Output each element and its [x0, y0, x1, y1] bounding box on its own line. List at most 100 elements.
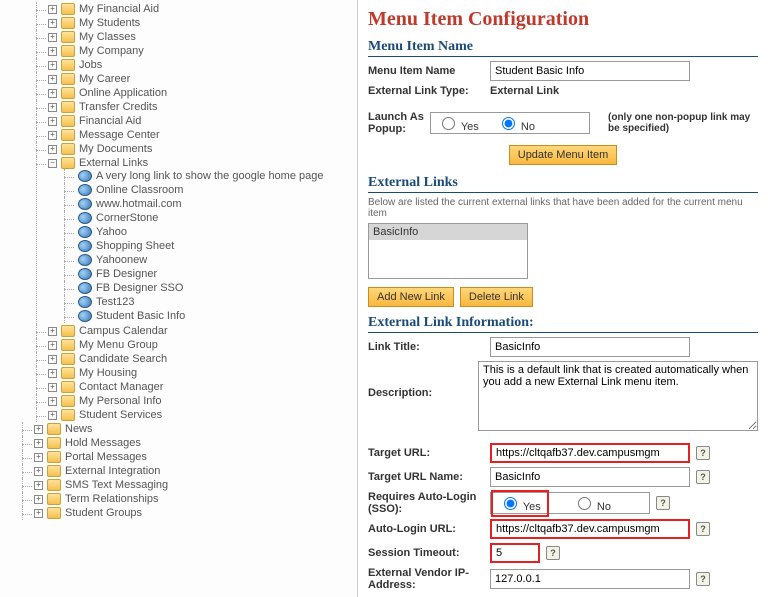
tree-node[interactable]: +Portal Messages	[36, 451, 357, 463]
tree-node[interactable]: +Term Relationships	[36, 493, 357, 505]
popup-yes-option[interactable]: Yes	[437, 114, 479, 133]
tree-node[interactable]: + Contact Manager	[50, 381, 357, 393]
ext-links-item[interactable]: BasicInfo	[369, 224, 527, 240]
tree-node-label: Jobs	[79, 59, 102, 71]
tree-node[interactable]: +My Students	[50, 17, 357, 29]
help-icon[interactable]: ?	[656, 496, 670, 510]
tree-node[interactable]: Yahoonew	[78, 254, 357, 266]
help-icon[interactable]: ?	[696, 572, 710, 586]
expand-icon[interactable]: +	[48, 341, 57, 350]
tree-node[interactable]: +SMS Text Messaging	[36, 479, 357, 491]
tree-node[interactable]: +Message Center	[50, 129, 357, 141]
tree-node[interactable]: Shopping Sheet	[78, 240, 357, 252]
expand-icon[interactable]: +	[48, 89, 57, 98]
ext-links-note: Below are listed the current external li…	[368, 197, 758, 219]
tree-node[interactable]: +My Company	[50, 45, 357, 57]
folder-icon	[61, 409, 75, 421]
vendor-ip-input[interactable]	[490, 569, 690, 589]
expand-icon[interactable]: +	[34, 467, 43, 476]
tree-node[interactable]: +Student Groups	[36, 507, 357, 519]
tree-node-label: My Documents	[79, 143, 152, 155]
tree-node[interactable]: FB Designer	[78, 268, 357, 280]
expand-icon[interactable]: +	[48, 383, 57, 392]
expand-icon[interactable]: +	[34, 481, 43, 490]
expand-icon[interactable]: +	[34, 439, 43, 448]
tree-node[interactable]: +Transfer Credits	[50, 101, 357, 113]
expand-icon[interactable]: +	[48, 103, 57, 112]
tree-node[interactable]: CornerStone	[78, 212, 357, 224]
expand-icon[interactable]: +	[48, 369, 57, 378]
help-icon[interactable]: ?	[546, 546, 560, 560]
add-new-link-button[interactable]: Add New Link	[368, 287, 454, 307]
tree-node[interactable]: −External Links	[50, 157, 357, 169]
help-icon[interactable]: ?	[696, 470, 710, 484]
ext-links-listbox[interactable]: BasicInfo	[368, 223, 528, 279]
tree-node[interactable]: FB Designer SSO	[78, 282, 357, 294]
tree-node[interactable]: +Hold Messages	[36, 437, 357, 449]
tree-node-label: Contact Manager	[79, 381, 163, 393]
expand-icon[interactable]: +	[48, 33, 57, 42]
expand-icon[interactable]: +	[48, 355, 57, 364]
expand-icon[interactable]: +	[34, 453, 43, 462]
tree-node[interactable]: +News	[36, 423, 357, 435]
expand-icon[interactable]: +	[48, 19, 57, 28]
tree-node[interactable]: +My Menu Group	[50, 339, 357, 351]
tree-node[interactable]: +External Integration	[36, 465, 357, 477]
description-textarea[interactable]	[478, 361, 758, 431]
expand-icon[interactable]: +	[34, 425, 43, 434]
sso-no-option[interactable]: No	[567, 492, 617, 515]
tree-node[interactable]: Yahoo	[78, 226, 357, 238]
tree-node[interactable]: A very long link to show the google home…	[78, 170, 357, 182]
tree-node-label: A very long link to show the google home…	[96, 170, 323, 182]
target-url-name-input[interactable]	[490, 467, 690, 487]
tree-node[interactable]: +My Financial Aid	[50, 3, 357, 15]
expand-icon[interactable]: +	[48, 145, 57, 154]
expand-icon[interactable]: +	[48, 411, 57, 420]
tree-node[interactable]: + My Documents	[50, 143, 357, 155]
session-timeout-input[interactable]	[490, 543, 540, 563]
auto-login-url-label: Auto-Login URL:	[368, 523, 490, 535]
tree-node-label: My Classes	[79, 31, 136, 43]
update-menu-item-button[interactable]: Update Menu Item	[509, 145, 618, 165]
expand-icon[interactable]: +	[48, 131, 57, 140]
tree-node[interactable]: +My Housing	[50, 367, 357, 379]
delete-link-button[interactable]: Delete Link	[460, 287, 533, 307]
tree-node[interactable]: +Financial Aid	[50, 115, 357, 127]
expand-icon[interactable]: +	[48, 75, 57, 84]
help-icon[interactable]: ?	[696, 522, 710, 536]
tree-node[interactable]: www.hotmail.com	[78, 198, 357, 210]
tree-node[interactable]: + Jobs	[50, 59, 357, 71]
tree-node[interactable]: +My Personal Info	[50, 395, 357, 407]
menu-item-name-input[interactable]	[490, 61, 690, 81]
tree-node[interactable]: +Online Application	[50, 87, 357, 99]
folder-icon	[61, 73, 75, 85]
expand-icon[interactable]: +	[34, 509, 43, 518]
popup-no-option[interactable]: No	[497, 114, 535, 133]
link-title-input[interactable]	[490, 337, 690, 357]
tree-node[interactable]: +Student Services	[50, 409, 357, 421]
sso-yes-option[interactable]: Yes	[491, 490, 549, 517]
globe-icon	[78, 296, 92, 308]
folder-icon	[61, 45, 75, 57]
expand-icon[interactable]: +	[48, 61, 57, 70]
tree-node[interactable]: Student Basic Info	[78, 310, 357, 322]
expand-icon[interactable]: +	[48, 327, 57, 336]
expand-icon[interactable]: +	[48, 397, 57, 406]
tree-node[interactable]: +Campus Calendar	[50, 325, 357, 337]
auto-login-url-input[interactable]	[490, 519, 690, 539]
tree-node[interactable]: +Candidate Search	[50, 353, 357, 365]
target-url-input[interactable]	[490, 443, 690, 463]
tree-node[interactable]: +My Career	[50, 73, 357, 85]
collapse-icon[interactable]: −	[48, 159, 57, 168]
expand-icon[interactable]: +	[48, 117, 57, 126]
tree-node[interactable]: Test123	[78, 296, 357, 308]
help-icon[interactable]: ?	[696, 446, 710, 460]
expand-icon[interactable]: +	[48, 47, 57, 56]
expand-icon[interactable]: +	[48, 5, 57, 14]
folder-icon	[61, 17, 75, 29]
tree-node[interactable]: Online Classroom	[78, 184, 357, 196]
expand-icon[interactable]: +	[34, 495, 43, 504]
globe-icon	[78, 282, 92, 294]
folder-icon	[61, 353, 75, 365]
tree-node[interactable]: + My Classes	[50, 31, 357, 43]
